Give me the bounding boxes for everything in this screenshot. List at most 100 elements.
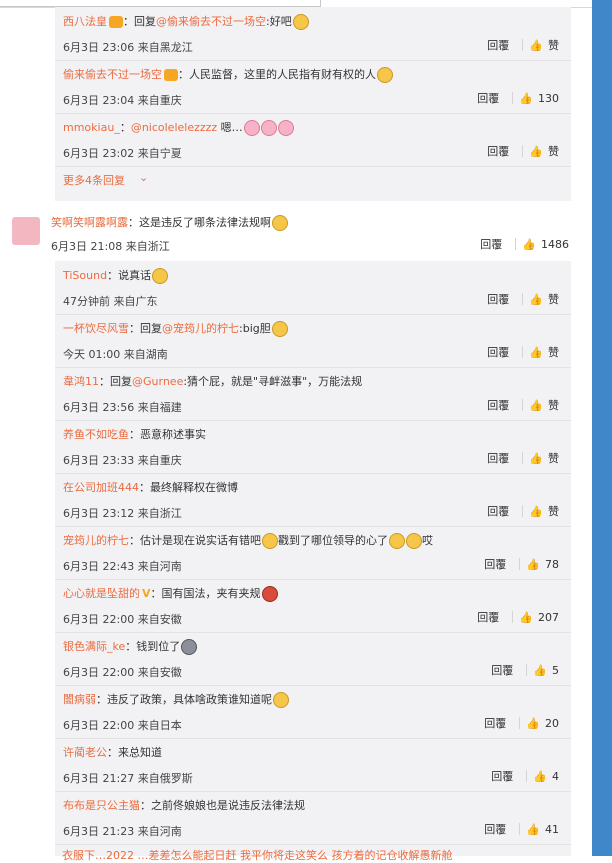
reply-button[interactable]: 回覆 <box>477 90 499 106</box>
reply-username[interactable]: 许蔺老公 <box>63 746 107 759</box>
reply-username[interactable]: TiSound <box>63 269 107 282</box>
reply-username[interactable]: 闟病弱 <box>63 693 96 706</box>
avatar[interactable] <box>12 217 40 245</box>
reply-text: ：估计是现在说实话有错吧 <box>129 534 261 547</box>
thumbs-up-icon[interactable]: 👍 <box>529 505 543 518</box>
reply-text: ：来总知道 <box>107 746 162 759</box>
search-box-edge[interactable] <box>0 0 321 7</box>
reply-item: 心心就是坠甜的 V：国有国法，夹有夹规 6月3日 22:00 来自安徽 回覆 👍 20… <box>55 579 571 633</box>
thumbs-up-icon[interactable]: 👍 <box>529 452 543 465</box>
money-emoji-icon <box>181 639 198 655</box>
chevron-down-icon[interactable]: ⌄ <box>139 171 148 184</box>
more-replies-link[interactable]: 更多4条回复 <box>63 172 125 188</box>
thumbs-up-icon[interactable]: 👍 <box>533 770 547 783</box>
mention-link[interactable]: @nicolelelezzzz <box>131 121 217 134</box>
reply-button[interactable]: 回覆 <box>487 143 509 159</box>
like-count: 赞 <box>548 452 559 465</box>
thumbs-up-icon[interactable]: 👍 <box>526 823 540 836</box>
thumbs-up-icon[interactable]: 👍 <box>529 145 543 158</box>
sweat-emoji-icon <box>272 215 288 231</box>
reply-meta: 6月3日 22:00 来自安徽 <box>63 666 182 679</box>
like-count: 4 <box>552 769 559 783</box>
cat-emoji-icon <box>262 533 278 549</box>
member-badge-icon <box>109 16 123 28</box>
thumbs-up-icon[interactable]: 👍 <box>519 92 533 105</box>
mention-link[interactable]: @Gurnee <box>132 375 183 388</box>
reply-button[interactable]: 回覆 <box>487 450 509 466</box>
like-count: 赞 <box>548 505 559 518</box>
reply-button[interactable]: 回覆 <box>477 609 499 625</box>
reply-username[interactable]: 一杯饮尽风雪 <box>63 322 129 335</box>
reply-text: :好吧 <box>266 15 292 28</box>
reply-item: 在公司加班444：最终解释权在微博 6月3日 23:12 来自浙江 回覆 👍 赞 <box>55 473 571 527</box>
thumbs-up-icon[interactable]: 👍 <box>529 39 543 52</box>
reply-text: :猜个屁，就是"寻衅滋事"，万能法规 <box>183 375 363 388</box>
divider <box>522 505 524 517</box>
reply-meta: 47分钟前 来自广东 <box>63 295 158 308</box>
reply-button[interactable]: 回覆 <box>484 715 506 731</box>
reply-text: ：之前佟娘娘也是说违反法律法规 <box>140 799 305 812</box>
like-count: 5 <box>552 663 559 677</box>
reply-username[interactable]: 韋鸿11 <box>63 375 99 388</box>
reply-item: 一杯饮尽风雪：回复@宠筠儿的柠七:big胆 今天 01:00 来自湖南 回覆 👍 赞 <box>55 314 571 368</box>
thumbs-up-icon[interactable]: 👍 <box>529 293 543 306</box>
reply-button[interactable]: 回覆 <box>487 344 509 360</box>
reply-text: ： <box>178 68 189 81</box>
comment-meta: 6月3日 21:08 来自浙江 <box>51 240 170 253</box>
reply-item: 西八法皇 ：回复@偷来偷去不过一场空:好吧 6月3日 23:06 来自黑龙江 回覆… <box>55 7 571 61</box>
like-count: 赞 <box>548 399 559 412</box>
reply-username[interactable]: mmokiau_ <box>63 121 120 134</box>
divider <box>512 92 514 104</box>
reply-text: ：最终解释权在微博 <box>139 481 238 494</box>
divider <box>522 39 524 51</box>
reply-button[interactable]: 回覆 <box>480 236 502 252</box>
thumbs-up-icon[interactable]: 👍 <box>519 611 533 624</box>
like-count: 赞 <box>548 293 559 306</box>
reply-username[interactable]: 在公司加班444 <box>63 481 139 494</box>
divider <box>519 558 521 570</box>
reply-username[interactable]: 心心就是坠甜的 <box>63 587 140 600</box>
reply-button[interactable]: 回覆 <box>487 37 509 53</box>
reply-meta: 今天 01:00 来自湖南 <box>63 348 168 361</box>
mention-link[interactable]: @偷来偷去不过一场空 <box>156 15 266 28</box>
reply-username[interactable]: 养鱼不如吃鱼 <box>63 428 129 441</box>
reply-text: ：国有国法，夹有夹规 <box>150 587 261 600</box>
like-count: 207 <box>538 610 559 624</box>
reply-username[interactable]: 西八法皇 <box>63 15 107 28</box>
like-count: 赞 <box>548 346 559 359</box>
reply-username[interactable]: 布布是只公主猫 <box>63 799 140 812</box>
thumbs-up-icon[interactable]: 👍 <box>526 558 540 571</box>
like-count: 41 <box>545 822 559 836</box>
thumbs-up-icon[interactable]: 👍 <box>533 664 547 677</box>
reply-item: TiSound：说真话 47分钟前 来自广东 回覆 👍 赞 <box>55 261 571 315</box>
reply-button[interactable]: 回覆 <box>487 397 509 413</box>
divider <box>522 452 524 464</box>
reply-button[interactable]: 回覆 <box>491 768 513 784</box>
reply-button[interactable]: 回覆 <box>484 556 506 572</box>
reply-username[interactable]: 偷来偷去不过一场空 <box>63 68 162 81</box>
cat-emoji-icon <box>406 533 422 549</box>
reply-item: 银色满际_ke：钱到位了 6月3日 22:00 来自安徽 回覆 👍 5 <box>55 632 571 686</box>
thumbs-up-icon[interactable]: 👍 <box>522 238 536 251</box>
reply-text: ：恶意称述事实 <box>129 428 206 441</box>
member-badge-icon <box>164 69 178 81</box>
reply-username[interactable]: 银色满际_ke <box>63 640 125 653</box>
divider <box>522 145 524 157</box>
thumbs-up-icon[interactable]: 👍 <box>529 399 543 412</box>
reply-text: ：说真话 <box>107 269 152 282</box>
divider <box>522 293 524 305</box>
cut-off-reply: 衣服下…2022 …差差怎么能起日赶 我平你将走这笑么 孩方着的记仓收解愚新舱 <box>62 849 453 862</box>
verified-v-icon: V <box>142 587 151 600</box>
comment-username[interactable]: 笑啊笑啊露啊露 <box>51 216 128 229</box>
mention-link[interactable]: @宠筠儿的柠七 <box>162 322 239 335</box>
reply-button[interactable]: 回覆 <box>487 503 509 519</box>
scrollbar[interactable] <box>592 0 612 856</box>
reply-text: 哎 <box>422 534 433 547</box>
reply-item: 闟病弱：违反了政策，具体啥政策谁知道呢 6月3日 22:00 来自日本 回覆 👍 2… <box>55 685 571 739</box>
reply-button[interactable]: 回覆 <box>491 662 513 678</box>
reply-button[interactable]: 回覆 <box>484 821 506 837</box>
thumbs-up-icon[interactable]: 👍 <box>529 346 543 359</box>
reply-username[interactable]: 宠筠儿的柠七 <box>63 534 129 547</box>
thumbs-up-icon[interactable]: 👍 <box>526 717 540 730</box>
reply-button[interactable]: 回覆 <box>487 291 509 307</box>
